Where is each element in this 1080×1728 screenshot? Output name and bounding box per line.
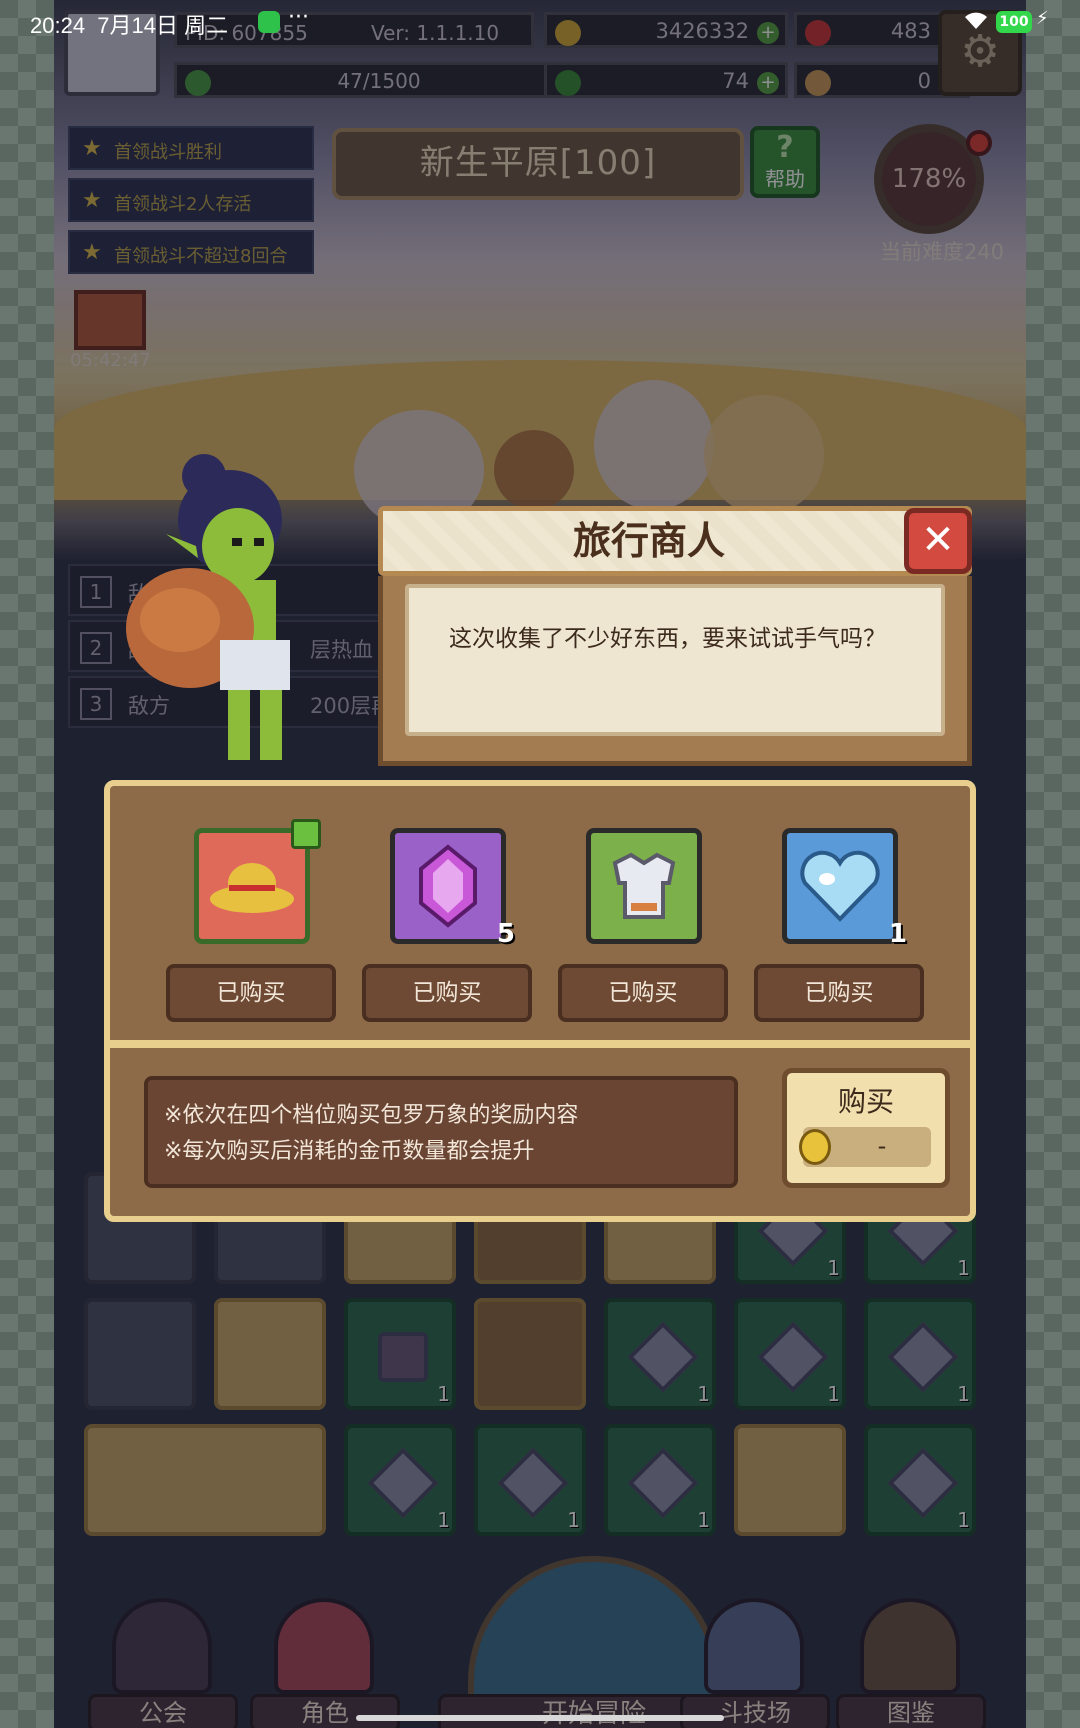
status-bar: 20:24 7月14日 周二 ··· 100 ⚡ xyxy=(0,0,1080,44)
thumbs-up-icon xyxy=(291,819,321,849)
goblin-merchant-sprite xyxy=(120,450,350,780)
merchant-message: 这次收集了不少好东西，要来试试手气吗？ xyxy=(405,584,945,736)
sold-label: 已购买 xyxy=(754,964,924,1022)
merchant-title-bar: 旅行商人 xyxy=(378,506,972,576)
sold-label: 已购买 xyxy=(558,964,728,1022)
straw-hat-icon xyxy=(194,819,321,944)
purchase-notes: ※依次在四个档位购买包罗万象的奖励内容 ※每次购买后消耗的金币数量都会提升 xyxy=(144,1076,738,1188)
buy-button[interactable]: 购买 - xyxy=(782,1068,950,1188)
price-display: - xyxy=(799,1127,931,1167)
side-pattern-left xyxy=(0,0,54,1728)
side-pattern-right xyxy=(1026,0,1080,1728)
sold-label: 已购买 xyxy=(166,964,336,1022)
panel-divider xyxy=(110,1040,970,1048)
shop-panel: 已购买 5 已购买 已购买 1 已购买 ※依次在四个档位购买包罗万象的奖励内容 … xyxy=(104,780,976,1222)
wechat-icon xyxy=(258,11,280,33)
merchant-dialog: 这次收集了不少好东西，要来试试手气吗？ xyxy=(378,576,972,766)
sold-label: 已购买 xyxy=(362,964,532,1022)
gold-coin-icon xyxy=(799,1129,831,1165)
note-line: ※依次在四个档位购买包罗万象的奖励内容 xyxy=(164,1103,579,1128)
note-line: ※每次购买后消耗的金币数量都会提升 xyxy=(164,1139,535,1164)
home-indicator[interactable] xyxy=(356,1715,724,1721)
purple-crystal-icon: 5 xyxy=(390,828,515,949)
status-time: 20:24 7月14日 周二 xyxy=(30,13,229,38)
status-dots: ··· xyxy=(288,5,309,30)
silver-armor-icon xyxy=(586,828,702,944)
wifi-icon xyxy=(962,9,990,36)
merchant-title: 旅行商人 xyxy=(383,511,915,571)
close-button[interactable]: ✕ xyxy=(904,508,972,574)
charging-icon: ⚡ xyxy=(1036,8,1049,29)
close-icon: ✕ xyxy=(921,517,955,563)
blue-heart-icon: 1 xyxy=(782,828,907,949)
battery-indicator: 100 xyxy=(996,11,1032,33)
